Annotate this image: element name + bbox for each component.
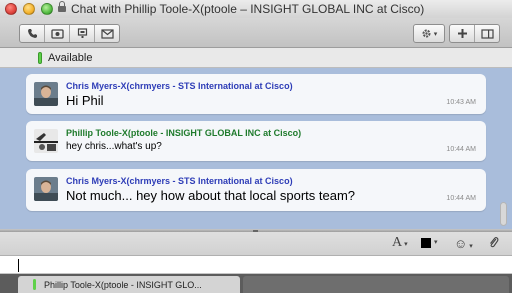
tab-bar-empty-area xyxy=(243,276,509,293)
gear-icon xyxy=(422,29,431,38)
message-timestamp: 10:44 AM xyxy=(446,146,476,153)
message-compose-input[interactable] xyxy=(0,256,512,274)
zoom-window-button[interactable] xyxy=(41,3,53,15)
video-icon xyxy=(50,28,64,39)
font-icon: A xyxy=(392,235,403,250)
presence-bar[interactable]: Available xyxy=(0,48,512,68)
avatar-chris-myers xyxy=(34,82,58,106)
emoticon-button[interactable]: ☺ ▾ xyxy=(454,236,473,251)
communication-button-group xyxy=(19,24,120,43)
message-sender: Chris Myers-X(chrmyers - STS Internation… xyxy=(66,81,293,91)
color-button[interactable]: ▾ xyxy=(421,238,438,252)
message-text: Hi Phil xyxy=(66,93,104,108)
conversation-scrollbar-thumb[interactable] xyxy=(500,202,507,226)
phone-icon xyxy=(27,29,37,38)
message-timestamp: 10:44 AM xyxy=(446,195,476,202)
add-participant-icon xyxy=(457,29,467,38)
email-button[interactable] xyxy=(95,25,119,42)
tab-label: Phillip Toole-X(ptoole - INSIGHT GLO... xyxy=(44,280,202,290)
panel-toggle-button[interactable] xyxy=(475,25,499,42)
chevron-down-icon: ▾ xyxy=(404,240,408,248)
message-sender: Chris Myers-X(chrmyers - STS Internation… xyxy=(66,176,293,186)
attach-file-button[interactable] xyxy=(488,236,499,252)
tab-presence-indicator xyxy=(33,279,36,290)
conversation-area[interactable]: Chris Myers-X(chrmyers - STS Internation… xyxy=(0,68,512,230)
email-icon xyxy=(100,28,114,39)
message-bubble: Chris Myers-X(chrmyers - STS Internation… xyxy=(26,74,486,114)
font-button[interactable]: A ▾ xyxy=(392,235,408,251)
chevron-down-icon: ▾ xyxy=(469,243,473,250)
text-caret xyxy=(18,259,19,272)
screen-share-icon xyxy=(77,28,87,38)
video-button[interactable] xyxy=(45,25,70,42)
paperclip-icon xyxy=(490,237,499,248)
message-sender: Phillip Toole-X(ptoole - INSIGHT GLOBAL … xyxy=(66,128,302,138)
avatar-chris-myers xyxy=(34,177,58,201)
message-bubble: Phillip Toole-X(ptoole - INSIGHT GLOBAL … xyxy=(26,121,486,161)
close-window-button[interactable] xyxy=(5,3,17,15)
panel-toggle-icon xyxy=(480,28,494,39)
presence-indicator xyxy=(38,52,42,64)
avatar-phillip-toole xyxy=(34,129,58,153)
window-title: Chat with Phillip Toole-X(ptoole – INSIG… xyxy=(58,1,424,16)
message-timestamp: 10:43 AM xyxy=(446,99,476,106)
chevron-down-icon: ▾ xyxy=(434,239,438,246)
message-text: hey chris...what's up? xyxy=(66,141,162,152)
lock-icon xyxy=(58,1,66,12)
minimize-window-button[interactable] xyxy=(23,3,35,15)
smiley-icon: ☺ xyxy=(454,236,468,251)
compose-toolbar: A ▾ ▾ ☺ ▾ xyxy=(0,232,512,256)
chevron-down-icon: ▾ xyxy=(433,30,438,38)
chat-toolbar: ▾ xyxy=(0,18,512,48)
call-button[interactable] xyxy=(20,25,45,42)
settings-button-group: ▾ xyxy=(413,24,445,43)
title-bar: Chat with Phillip Toole-X(ptoole – INSIG… xyxy=(0,0,512,18)
screen-share-button[interactable] xyxy=(70,25,95,42)
message-bubble: Chris Myers-X(chrmyers - STS Internation… xyxy=(26,169,486,211)
presence-status-label: Available xyxy=(48,52,93,64)
message-text: Not much... hey how about that local spo… xyxy=(66,188,356,203)
participant-button-group xyxy=(449,24,500,43)
color-swatch-icon xyxy=(421,238,431,248)
add-participant-button[interactable] xyxy=(450,25,475,42)
settings-menu-button[interactable]: ▾ xyxy=(414,25,444,42)
